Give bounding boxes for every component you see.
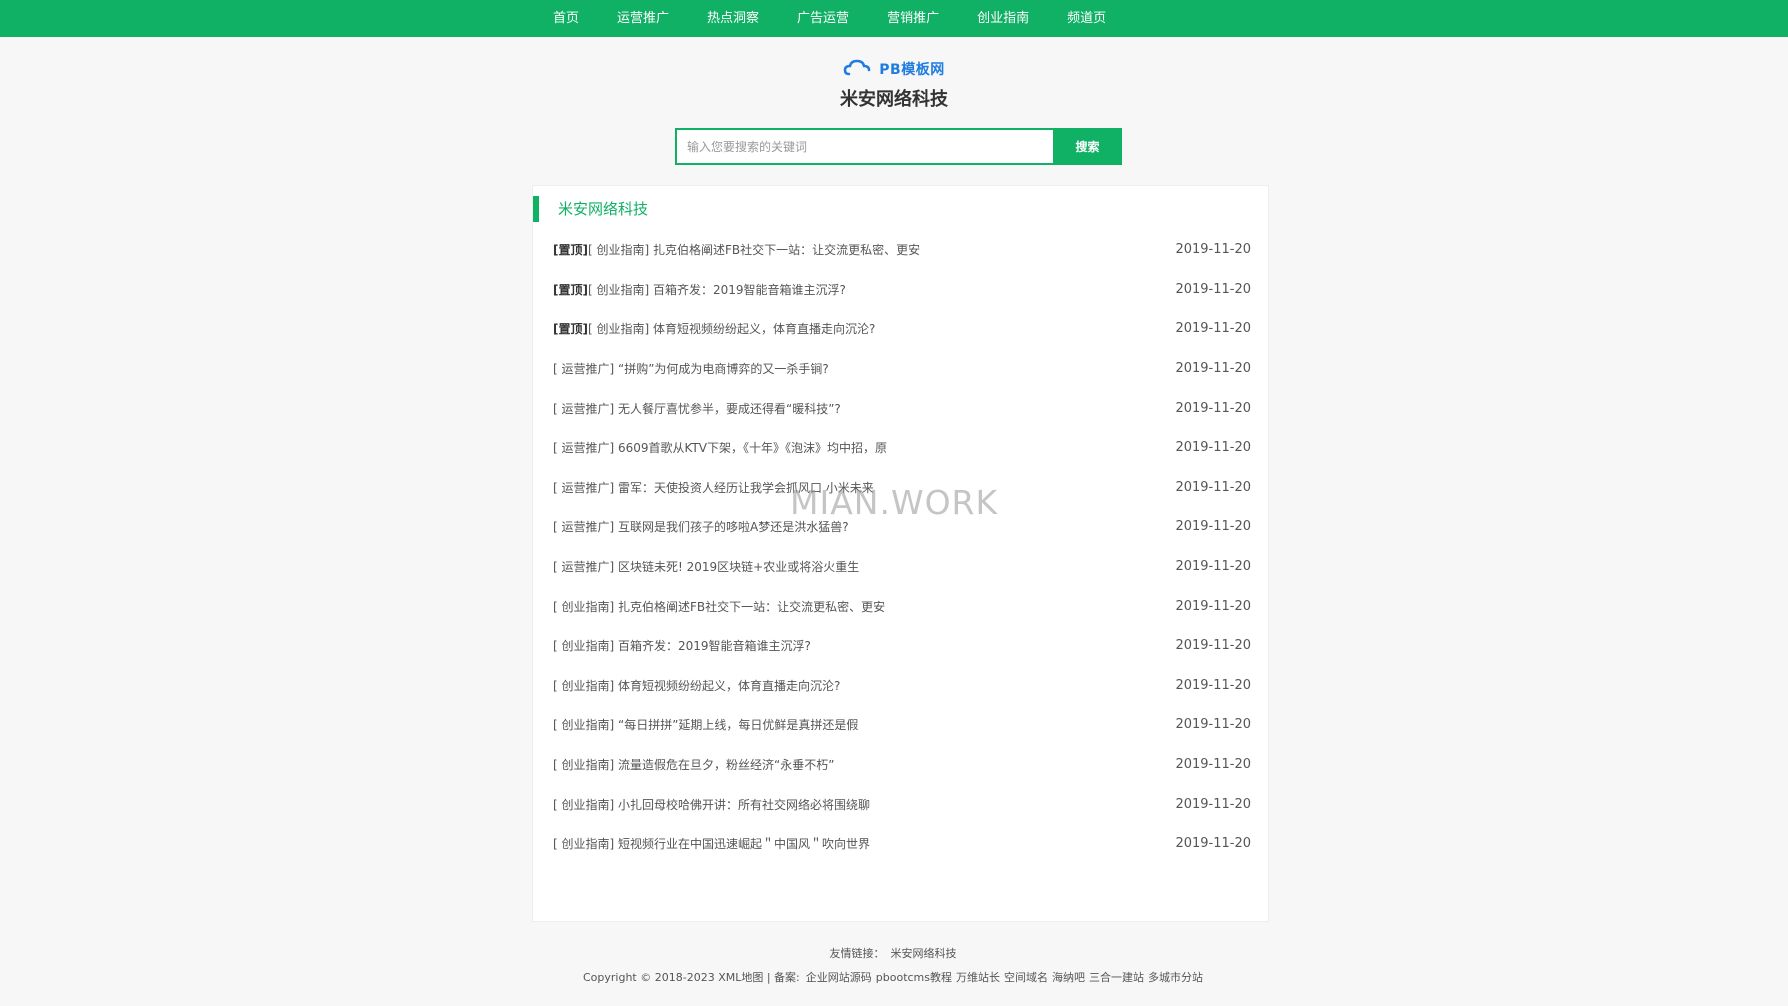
cloud-logo-icon [844, 59, 871, 76]
nav-item-1[interactable]: 运营推广 [598, 0, 688, 37]
friend-links: 米安网络科技 [889, 947, 959, 960]
article-title[interactable]: [ 创业指南] 体育短视频纷纷起义，体育直播走向沉沦? [553, 677, 840, 694]
article-date: 2019-11-20 [1175, 677, 1251, 693]
article-title[interactable]: [置顶][ 创业指南] 扎克伯格阐述FB社交下一站：让交流更私密、更安 [553, 241, 920, 258]
footer-link[interactable]: 空间域名 [1004, 971, 1048, 984]
pinned-badge: [置顶] [553, 322, 588, 337]
nav-list: 首页 运营推广 热点洞察 广告运营 营销推广 创业指南 频道页 [534, 0, 1125, 37]
article-title[interactable]: [ 运营推广] 区块链未死! 2019区块链+农业或将浴火重生 [553, 558, 859, 575]
article-title[interactable]: [置顶][ 创业指南] 体育短视频纷纷起义，体育直播走向沉沦? [553, 320, 875, 337]
article-title[interactable]: [ 运营推广] 雷军：天使投资人经历让我学会抓风口 小米未来 [553, 479, 874, 496]
search-form: 搜索 [675, 128, 1122, 165]
article-date: 2019-11-20 [1175, 559, 1251, 575]
article-row[interactable]: [ 创业指南] “每日拼拼”延期上线，每日优鲜是真拼还是假 2019-11-20 [553, 705, 1251, 745]
nav-item-6[interactable]: 频道页 [1048, 0, 1125, 37]
copyright-text: Copyright © 2018-2023 XML地图 | 备案: [583, 971, 800, 984]
article-row[interactable]: [ 运营推广] “拼购”为何成为电商博弈的又一杀手锏? 2019-11-20 [553, 349, 1251, 389]
nav-item-2[interactable]: 热点洞察 [688, 0, 778, 37]
nav-item-4[interactable]: 营销推广 [868, 0, 958, 37]
pinned-badge: [置顶] [553, 282, 588, 297]
article-row[interactable]: [ 运营推广] 6609首歌从KTV下架，《十年》《泡沫》均中招，原 2019-1… [553, 428, 1251, 468]
article-row[interactable]: [置顶][ 创业指南] 扎克伯格阐述FB社交下一站：让交流更私密、更安 2019-… [553, 230, 1251, 270]
article-title[interactable]: [ 创业指南] “每日拼拼”延期上线，每日优鲜是真拼还是假 [553, 716, 858, 733]
search-button[interactable]: 搜索 [1053, 128, 1122, 165]
article-row[interactable]: [ 创业指南] 短视频行业在中国迅速崛起＂中国风＂吹向世界 2019-11-20 [553, 824, 1251, 864]
search-input[interactable] [675, 128, 1053, 165]
article-row[interactable]: [ 运营推广] 雷军：天使投资人经历让我学会抓风口 小米未来 2019-11-20 [553, 468, 1251, 508]
article-title[interactable]: [ 创业指南] 短视频行业在中国迅速崛起＂中国风＂吹向世界 [553, 835, 870, 852]
article-title[interactable]: [ 运营推广] 无人餐厅喜忧参半，要成还得看“暖科技”? [553, 400, 841, 417]
article-date: 2019-11-20 [1175, 519, 1251, 535]
site-logo[interactable]: PB模板网 [843, 56, 944, 82]
article-title[interactable]: [ 创业指南] 扎克伯格阐述FB社交下一站：让交流更私密、更安 [553, 598, 885, 615]
footer-link[interactable]: pbootcms教程 [876, 971, 952, 984]
nav-item-3[interactable]: 广告运营 [778, 0, 868, 37]
article-list: [置顶][ 创业指南] 扎克伯格阐述FB社交下一站：让交流更私密、更安 2019-… [553, 230, 1251, 864]
article-row[interactable]: [ 创业指南] 百箱齐发：2019智能音箱谁主沉浮? 2019-11-20 [553, 626, 1251, 666]
article-title[interactable]: [置顶][ 创业指南] 百箱齐发：2019智能音箱谁主沉浮? [553, 281, 846, 298]
article-date: 2019-11-20 [1175, 796, 1251, 812]
article-date: 2019-11-20 [1175, 638, 1251, 654]
article-date: 2019-11-20 [1175, 321, 1251, 337]
top-nav: 首页 运营推广 热点洞察 广告运营 营销推广 创业指南 频道页 [0, 0, 1788, 37]
article-title[interactable]: [ 创业指南] 流量造假危在旦夕，粉丝经济“永垂不朽” [553, 756, 834, 773]
footer-link[interactable]: 三合一建站 [1089, 971, 1144, 984]
article-date: 2019-11-20 [1175, 836, 1251, 852]
logo-text: PB模板网 [879, 62, 945, 78]
article-title[interactable]: [ 运营推广] 6609首歌从KTV下架，《十年》《泡沫》均中招，原 [553, 439, 887, 456]
article-date: 2019-11-20 [1175, 598, 1251, 614]
article-row[interactable]: [置顶][ 创业指南] 百箱齐发：2019智能音箱谁主沉浮? 2019-11-20 [553, 270, 1251, 310]
article-row[interactable]: [ 创业指南] 小扎回母校哈佛开讲：所有社交网络必将围绕聊 2019-11-20 [553, 784, 1251, 824]
copy-links: 企业网站源码 pbootcms教程 万维站长 空间域名 海纳吧 三合一建站 多城市分站 [804, 971, 1205, 984]
footer-link[interactable]: 万维站长 [956, 971, 1000, 984]
nav-item-5[interactable]: 创业指南 [958, 0, 1048, 37]
article-title[interactable]: [ 创业指南] 百箱齐发：2019智能音箱谁主沉浮? [553, 637, 811, 654]
article-title[interactable]: [ 运营推广] “拼购”为何成为电商博弈的又一杀手锏? [553, 360, 829, 377]
article-date: 2019-11-20 [1175, 479, 1251, 495]
logo-wrap: PB模板网 [0, 56, 1788, 84]
article-date: 2019-11-20 [1175, 400, 1251, 416]
article-date: 2019-11-20 [1175, 717, 1251, 733]
article-date: 2019-11-20 [1175, 361, 1251, 377]
article-date: 2019-11-20 [1175, 757, 1251, 773]
panel-header: 米安网络科技 [533, 196, 1268, 222]
footer-link[interactable]: 海纳吧 [1052, 971, 1085, 984]
article-title[interactable]: [ 运营推广] 互联网是我们孩子的哆啦A梦还是洪水猛兽? [553, 518, 849, 535]
article-date: 2019-11-20 [1175, 242, 1251, 258]
footer-copyright: Copyright © 2018-2023 XML地图 | 备案: 企业网站源码 p… [0, 969, 1788, 985]
article-row[interactable]: [置顶][ 创业指南] 体育短视频纷纷起义，体育直播走向沉沦? 2019-11-2… [553, 309, 1251, 349]
article-row[interactable]: [ 创业指南] 流量造假危在旦夕，粉丝经济“永垂不朽” 2019-11-20 [553, 745, 1251, 785]
pinned-badge: [置顶] [553, 243, 588, 258]
article-row[interactable]: [ 创业指南] 扎克伯格阐述FB社交下一站：让交流更私密、更安 2019-11-2… [553, 586, 1251, 626]
footer-links-label: 友情链接： [829, 947, 885, 960]
panel-heading: 米安网络科技 [558, 200, 649, 218]
footer-link[interactable]: 企业网站源码 [806, 971, 872, 984]
article-title[interactable]: [ 创业指南] 小扎回母校哈佛开讲：所有社交网络必将围绕聊 [553, 796, 870, 813]
article-row[interactable]: [ 运营推广] 无人餐厅喜忧参半，要成还得看“暖科技”? 2019-11-20 [553, 388, 1251, 428]
footer-links: 友情链接： 米安网络科技 [0, 945, 1788, 961]
article-row[interactable]: [ 运营推广] 互联网是我们孩子的哆啦A梦还是洪水猛兽? 2019-11-20 [553, 507, 1251, 547]
article-date: 2019-11-20 [1175, 281, 1251, 297]
footer-link[interactable]: 多城市分站 [1148, 971, 1203, 984]
site-title: 米安网络科技 [840, 89, 948, 110]
article-row[interactable]: [ 创业指南] 体育短视频纷纷起义，体育直播走向沉沦? 2019-11-20 [553, 666, 1251, 706]
article-row[interactable]: [ 运营推广] 区块链未死! 2019区块链+农业或将浴火重生 2019-11-2… [553, 547, 1251, 587]
article-date: 2019-11-20 [1175, 440, 1251, 456]
friend-link[interactable]: 米安网络科技 [891, 947, 957, 960]
nav-item-0[interactable]: 首页 [534, 0, 598, 37]
panel-header-accent-bar [533, 196, 539, 222]
article-panel: 米安网络科技 [置顶][ 创业指南] 扎克伯格阐述FB社交下一站：让交流更私密、… [532, 185, 1269, 922]
